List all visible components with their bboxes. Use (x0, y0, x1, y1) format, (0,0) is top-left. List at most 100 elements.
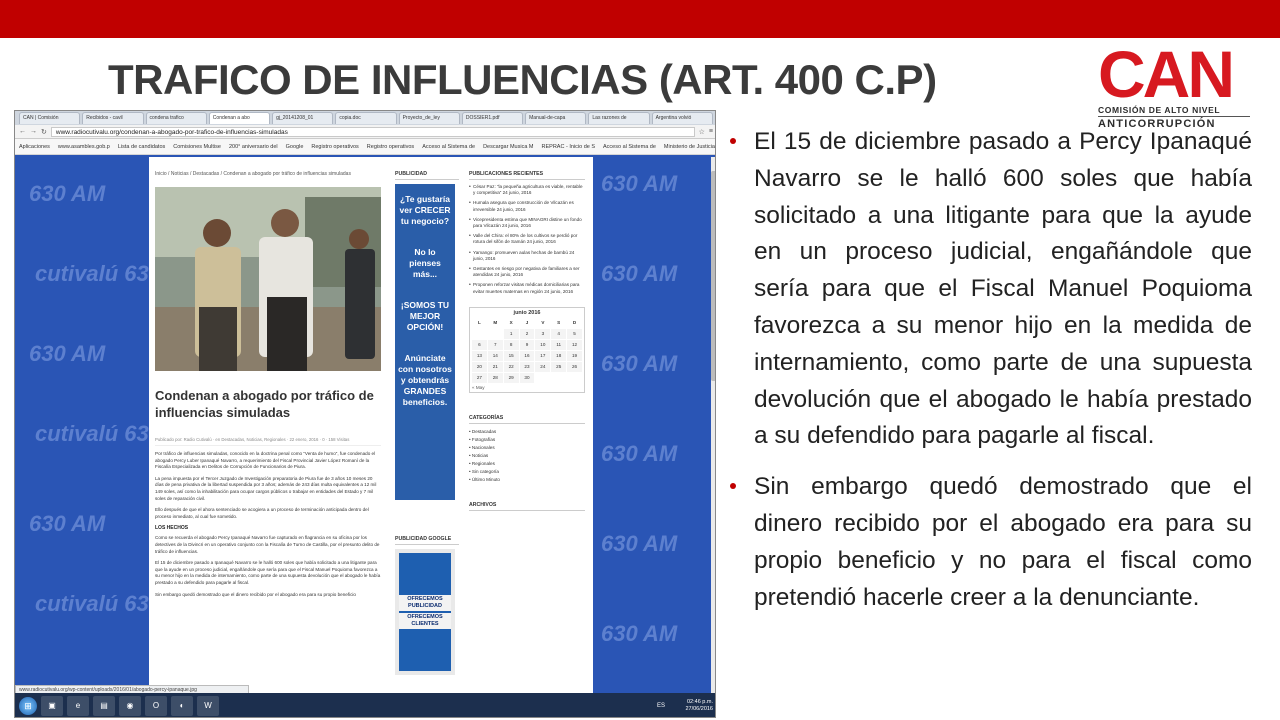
category-link[interactable]: • Sin categoría (469, 468, 585, 476)
browser-tab[interactable]: condena trafico (145, 112, 207, 124)
browser-tab[interactable]: CAN | Comisión (19, 112, 81, 124)
recent-post-link[interactable]: Valle del Chira: el 80% de los cultivos … (469, 233, 585, 245)
calendar-day[interactable]: 22 (503, 361, 519, 372)
publicidad-heading: PUBLICIDAD (395, 171, 459, 180)
advertising-banner: ¿Te gustaría ver CRECER tu negocio? No l… (395, 184, 455, 500)
article-meta: Publicado por: Radio Cutivalú · en Desta… (155, 437, 381, 446)
calendar-day[interactable]: 19 (567, 350, 582, 361)
article-body: Por tráfico de influencias simuladas, co… (155, 451, 381, 701)
recent-post-link[interactable]: Proponen reforzar visitas médicas domici… (469, 282, 585, 294)
category-link[interactable]: • Fotografías (469, 436, 585, 444)
browser-tab[interactable]: DOSSIER1.pdf (461, 112, 524, 124)
watermark-right-4: 630 AM (601, 441, 678, 466)
browser-tab[interactable]: gj_20141208_01 (272, 112, 334, 124)
bookmark-item[interactable]: REPRAC - Inicio de S (542, 144, 596, 150)
article-subheading: LOS HECHOS (155, 525, 189, 532)
clock-date: 27/06/2016 (685, 706, 713, 712)
categories-block: CATEGORÍAS • Destacadas • Fotografías • Na… (469, 415, 585, 484)
calendar-day[interactable]: 18 (551, 350, 567, 361)
calendar-day[interactable]: 24 (535, 361, 551, 372)
bookmark-item[interactable]: Descargar Musica M (483, 144, 533, 150)
browser-tab[interactable]: Manual-de-capa (525, 112, 587, 124)
bookmark-item[interactable]: Ministerio de Justicia (664, 144, 715, 150)
browser-address-bar: ← → ↻ www.radiocutivalu.org/condenan-a-a… (15, 125, 715, 139)
bookmark-item[interactable]: Registro operativos (311, 144, 358, 150)
calendar-day[interactable]: 26 (567, 361, 582, 372)
calendar-day[interactable]: 15 (503, 350, 519, 361)
start-button-icon: ⊞ (19, 697, 37, 715)
calendar-day[interactable]: 27 (472, 372, 487, 383)
calendar-weekday: S (557, 319, 561, 325)
category-link[interactable]: • Nacionales (469, 444, 585, 452)
calendar-day[interactable]: 23 (519, 361, 535, 372)
calendar-day[interactable]: 12 (567, 339, 582, 350)
calendar-day[interactable]: 20 (472, 361, 487, 372)
recent-post-link[interactable]: Humala asegura que construcción de Vilca… (469, 200, 585, 212)
sidebar-column: PUBLICACIONES RECIENTES César Paz: “la p… (469, 171, 585, 701)
calendar-day[interactable]: 1 (503, 328, 519, 339)
calendar-day[interactable]: 13 (472, 350, 487, 361)
calendar-day[interactable]: 14 (487, 350, 503, 361)
browser-tab[interactable]: Argentina volvió (651, 112, 713, 124)
category-link[interactable]: • Noticias (469, 452, 585, 460)
calendar-prev-link[interactable]: « May (472, 385, 582, 390)
calendar-day[interactable]: 29 (503, 372, 519, 383)
bookmark-item[interactable]: Comisiones Multise (173, 144, 221, 150)
calendar-day[interactable]: 3 (535, 328, 551, 339)
article-photo (155, 187, 381, 371)
calendar-widget: junio 2016 L M X J V S D 1 2 3 4 5 6 7 8 9 10 11 12 13 14 15 1… (469, 306, 585, 393)
outlook-icon: O (145, 696, 167, 716)
bullet-dot (730, 138, 736, 144)
browser-tab[interactable]: Proyecto_de_ley (398, 112, 460, 124)
calendar-day[interactable]: 17 (535, 350, 551, 361)
category-link[interactable]: • Último Minuto (469, 476, 585, 484)
bookmark-item[interactable]: 200° aniversario del (229, 144, 278, 150)
calendar-day[interactable]: 11 (551, 339, 567, 350)
bookmark-item[interactable]: Google (286, 144, 304, 150)
bookmark-item[interactable]: Lista de candidatos (118, 144, 165, 150)
bookmark-item[interactable]: www.asambles.gob.p (58, 144, 110, 150)
ie-icon: e (67, 696, 89, 716)
browser-tab-bar: CAN | Comisión Recibidos - cavil condena t… (15, 111, 715, 125)
bookmark-item[interactable]: Acceso al Sistema de (422, 144, 475, 150)
recent-post-link[interactable]: Yamango: promueven aulas hechas de bambú… (469, 250, 585, 262)
calendar-day[interactable]: 28 (487, 372, 503, 383)
bookmark-item[interactable]: Acceso al Sistema de (603, 144, 656, 150)
calendar-day[interactable]: 21 (487, 361, 503, 372)
calendar-day[interactable]: 4 (551, 328, 567, 339)
calendar-day[interactable]: 5 (567, 328, 582, 339)
calendar-day[interactable]: 7 (487, 339, 503, 350)
logo-word: CAN (1098, 37, 1235, 111)
calendar-day[interactable]: 10 (535, 339, 551, 350)
category-link[interactable]: • Regionales (469, 460, 585, 468)
calendar-day[interactable]: 30 (519, 372, 535, 383)
browser-tab[interactable]: Las razones de (588, 112, 650, 124)
calendar-day[interactable]: 9 (519, 339, 535, 350)
article-paragraph: Sin embargo quedó demostrado que el dine… (155, 591, 356, 597)
recent-posts-heading: PUBLICACIONES RECIENTES (469, 171, 585, 180)
recent-post-link[interactable]: Gestantes en riesgo por negativa de fami… (469, 266, 585, 278)
calendar-day[interactable]: 16 (519, 350, 535, 361)
recent-post-link[interactable]: Vicepresidenta estima que MINAGRI distin… (469, 217, 585, 229)
calendar-day[interactable]: 2 (519, 328, 535, 339)
bullet-dot (730, 483, 736, 490)
bookmarks-bar: Aplicaciones www.asambles.gob.p Lista de c… (15, 139, 715, 155)
calendar-day[interactable]: 25 (551, 361, 567, 372)
calendar-day[interactable]: 8 (503, 339, 519, 350)
bookmark-item[interactable]: Aplicaciones (19, 144, 50, 150)
ad-line: No lo pienses más... (409, 247, 441, 279)
browser-tab[interactable]: Condenan a abo (208, 112, 271, 124)
bullet-text: El 15 de diciembre pasado a Percy Ipanaq… (754, 128, 1252, 450)
ad-line: ¡SOMOS TU MEJOR OPCIÓN! (400, 300, 450, 332)
recent-post-link[interactable]: César Paz: “la pequeña agricultura es vi… (469, 184, 585, 196)
category-link[interactable]: • Destacadas (469, 428, 585, 436)
embedded-browser-screenshot: CAN | Comisión Recibidos - cavil condena t… (14, 110, 716, 718)
bookmark-item[interactable]: Registro operativos (367, 144, 414, 150)
browser-tab[interactable]: copia.doc (335, 112, 397, 124)
taskbar-clock: 02:46 p.m. 27/06/2016 (669, 699, 713, 713)
calendar-weekday: D (572, 319, 577, 325)
back-icon: ← (19, 128, 26, 135)
web-page: Inicio / Noticias / Destacadas / Condena… (149, 157, 593, 705)
browser-tab[interactable]: Recibidos - cavil (82, 112, 144, 124)
calendar-day[interactable]: 6 (472, 339, 487, 350)
